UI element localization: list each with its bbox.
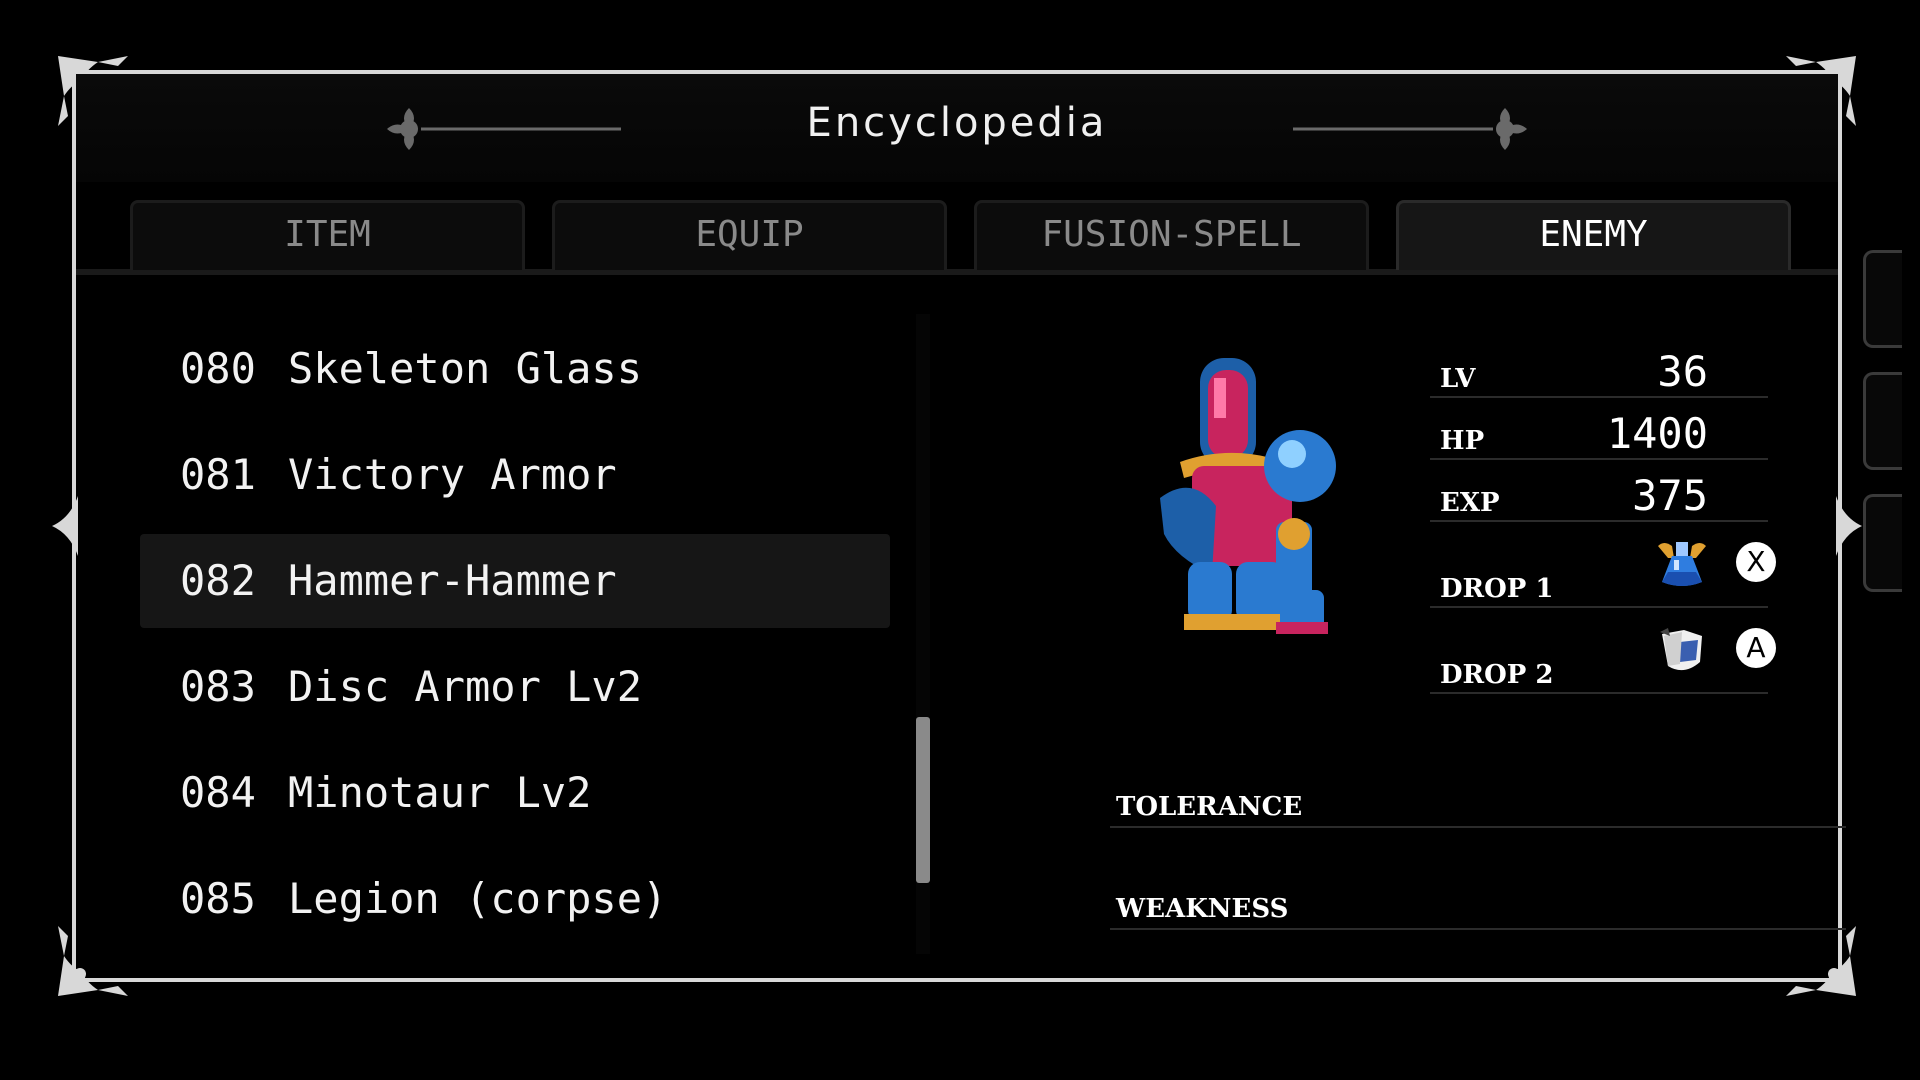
entry-name: Disc Armor Lv2 (288, 662, 643, 711)
tab-item[interactable]: ITEM (130, 200, 525, 270)
entry-number: 084 (180, 768, 256, 817)
entry-number: 081 (180, 450, 256, 499)
drop-label: DROP 2 (1440, 660, 1554, 690)
list-item[interactable]: 080 Skeleton Glass (140, 322, 890, 416)
stat-label: LV (1440, 364, 1476, 394)
entry-number: 080 (180, 344, 256, 393)
scrollbar-thumb[interactable] (916, 716, 930, 883)
a-button-icon[interactable]: A (1736, 628, 1776, 668)
stat-label: HP (1440, 426, 1485, 456)
entry-number: 082 (180, 556, 256, 605)
side-page-tab[interactable] (1863, 372, 1902, 470)
weakness-label: WEAKNESS (1116, 894, 1289, 924)
corner-ornament (58, 926, 128, 996)
potion-icon (1658, 542, 1706, 586)
armored-knight-sprite-icon (1160, 358, 1336, 634)
drop-row-1: DROP 1 X (1430, 522, 1776, 608)
page-title: Encyclopedia (806, 100, 1108, 146)
side-ornament (52, 496, 78, 556)
tab-fusion-spell[interactable]: FUSION-SPELL (974, 200, 1369, 270)
stat-row-hp: HP 1400 (1430, 398, 1768, 460)
entry-number: 085 (180, 874, 256, 923)
tab-enemy[interactable]: ENEMY (1396, 200, 1791, 270)
enemy-stats: LV 36 HP 1400 EXP 375 DROP 1 X DROP 2 A (1430, 336, 1776, 694)
drop-label: DROP 1 (1440, 574, 1554, 604)
tolerance-label: TOLERANCE (1116, 792, 1303, 822)
stat-row-exp: EXP 375 (1430, 460, 1768, 522)
entry-name: Hammer-Hammer (288, 556, 617, 605)
list-item[interactable]: 085 Legion (corpse) (140, 852, 890, 946)
encyclopedia-window: Encyclopedia ITEM EQUIP FUSION-SPELL ENE… (52, 56, 1862, 996)
list-item[interactable]: 084 Minotaur Lv2 (140, 746, 890, 840)
entry-name: Minotaur Lv2 (288, 768, 592, 817)
tolerance-row: TOLERANCE (1110, 780, 1846, 828)
corner-ornament (1786, 926, 1856, 996)
x-button-icon[interactable]: X (1736, 542, 1776, 582)
shield-armor-icon (1660, 628, 1702, 671)
stat-value-exp: 375 (1632, 471, 1708, 520)
entry-name: Legion (corpse) (288, 874, 668, 923)
tab-equip[interactable]: EQUIP (552, 200, 947, 270)
weakness-row: WEAKNESS (1110, 882, 1846, 930)
fleur-flourish-icon (1293, 108, 1527, 150)
stat-row-lv: LV 36 (1430, 336, 1768, 398)
entry-number: 083 (180, 662, 256, 711)
stat-value-lv: 36 (1657, 347, 1708, 396)
category-tabs: ITEM EQUIP FUSION-SPELL ENEMY (76, 194, 1838, 275)
list-item-selected[interactable]: 082 Hammer-Hammer (140, 534, 890, 628)
side-ornament (1836, 496, 1862, 556)
entry-name: Skeleton Glass (288, 344, 643, 393)
side-page-tab[interactable] (1863, 250, 1902, 348)
side-page-tab[interactable] (1863, 494, 1902, 592)
drop-row-2: DROP 2 A (1430, 608, 1776, 694)
list-item[interactable]: 083 Disc Armor Lv2 (140, 640, 890, 734)
stat-label: EXP (1440, 488, 1500, 518)
stat-value-hp: 1400 (1606, 409, 1708, 458)
enemy-list: 080 Skeleton Glass 081 Victory Armor 082… (140, 322, 890, 962)
list-item[interactable]: 081 Victory Armor (140, 428, 890, 522)
entry-name: Victory Armor (288, 450, 617, 499)
header: Encyclopedia (76, 74, 1838, 182)
